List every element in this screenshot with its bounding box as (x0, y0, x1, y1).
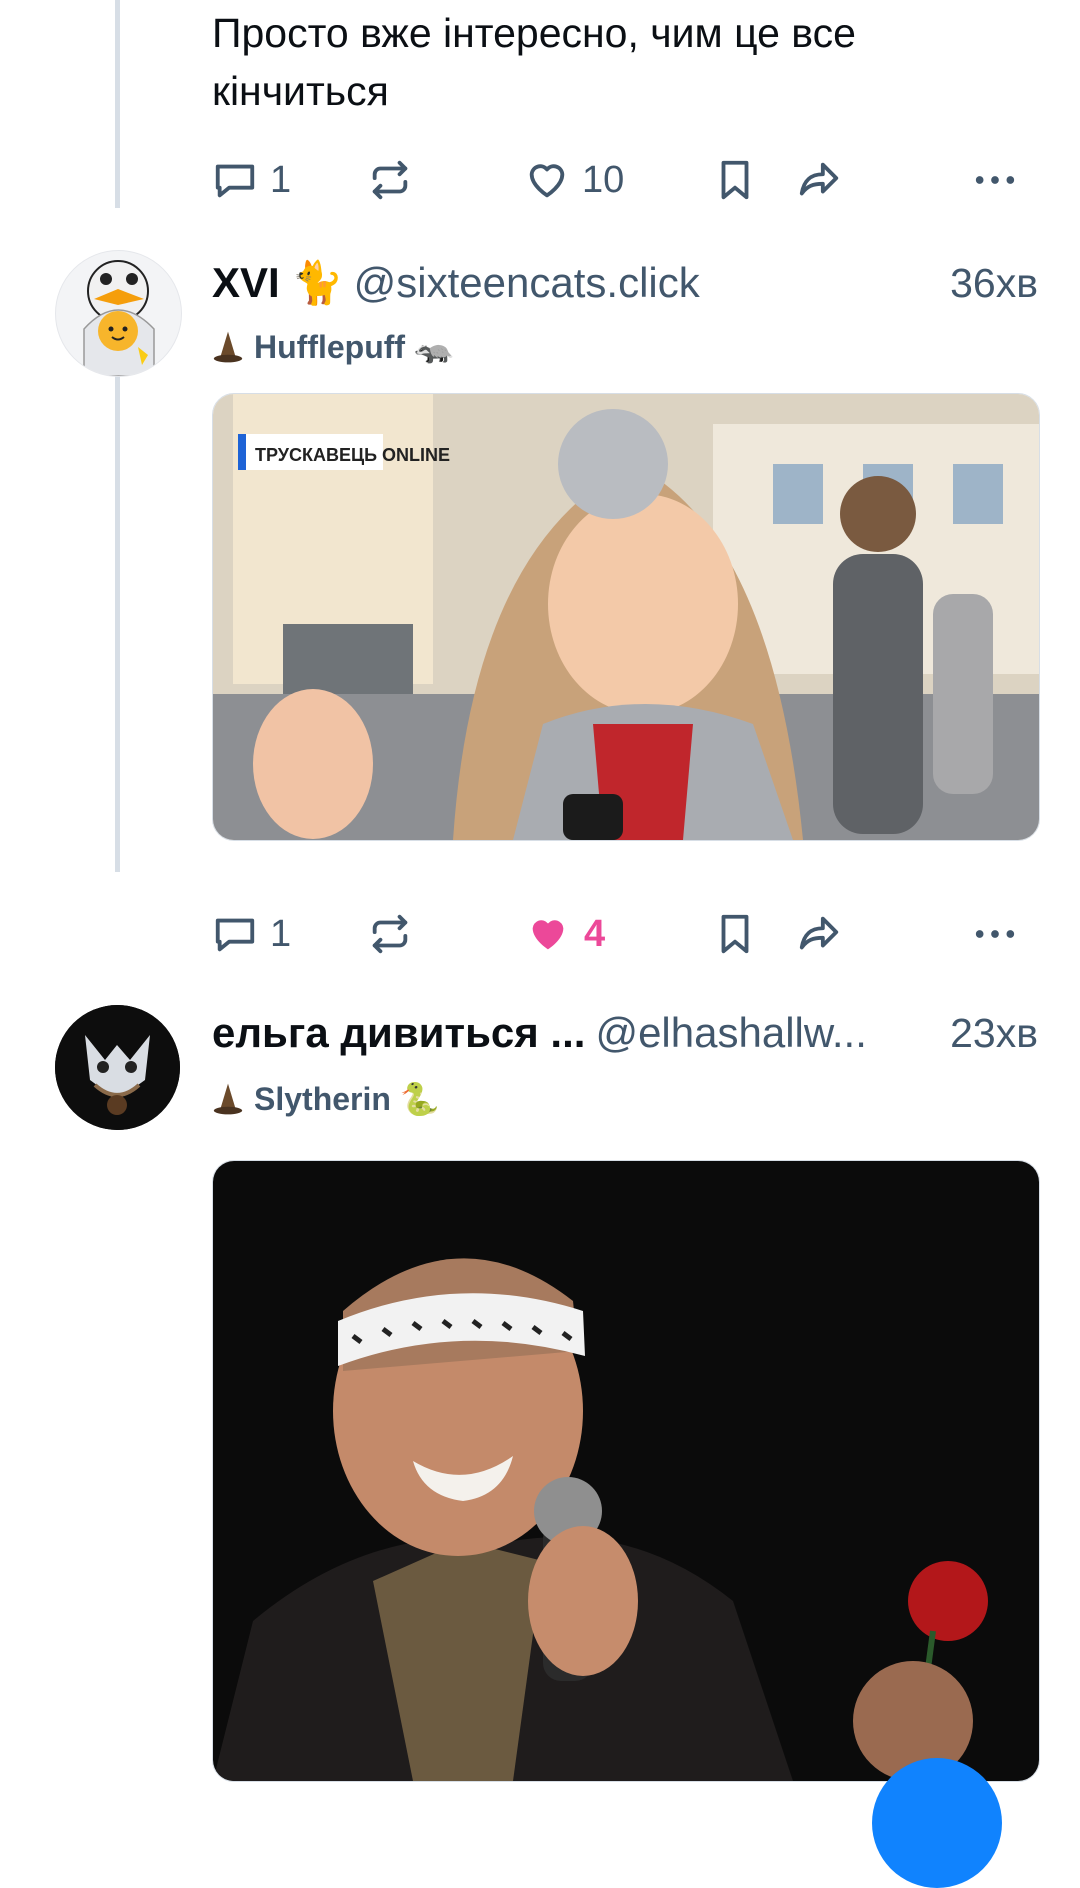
school-girl-video-frame: ТРУСКАВЕЦЬ ONLINE (213, 394, 1039, 840)
user-handle[interactable]: @sixteencats.click (354, 259, 700, 307)
post-time[interactable]: 36хв (950, 253, 1038, 313)
reply-icon (215, 918, 255, 952)
post-header: XVI 🐈 @sixteencats.click 36хв (212, 253, 1038, 313)
post-text: Просто вже інтересно, чим це все кінчитьс… (212, 10, 856, 114)
like-button[interactable]: 4 (524, 909, 605, 959)
post-actions: 1 10 (212, 155, 1042, 205)
reply-button[interactable]: 1 (212, 155, 291, 205)
share-button[interactable] (794, 155, 844, 205)
video-watermark: ТРУСКАВЕЦЬ ONLINE (255, 445, 450, 465)
bookmark-button[interactable] (712, 909, 758, 959)
like-count: 4 (584, 912, 606, 955)
compose-button[interactable] (872, 1758, 1002, 1888)
house-badge: Slytherin 🐍 (212, 1077, 440, 1121)
sorting-hat-icon (213, 1083, 243, 1115)
user-handle[interactable]: @elhashallw... (595, 1009, 866, 1057)
cat-in-hat-avatar (83, 260, 155, 376)
share-button[interactable] (794, 909, 844, 959)
sorting-hat-icon (213, 331, 243, 363)
avatar[interactable] (55, 250, 182, 377)
bookmark-icon (721, 914, 749, 954)
reply-count: 1 (270, 158, 292, 201)
video-thumbnail[interactable] (212, 1160, 1040, 1782)
bookmark-icon (721, 160, 749, 200)
heart-filled-icon (532, 920, 564, 950)
heart-icon (529, 164, 565, 198)
more-button[interactable] (970, 909, 1020, 959)
house-badge: Hufflepuff 🦡 (212, 325, 454, 369)
like-count: 10 (582, 158, 625, 201)
display-name[interactable]: XVI 🐈 (212, 259, 344, 308)
share-icon (799, 162, 839, 196)
singer-video-frame (213, 1161, 1039, 1781)
bookmark-button[interactable] (712, 155, 758, 205)
post-time[interactable]: 23хв (950, 1003, 1038, 1063)
avatar[interactable] (55, 1005, 180, 1130)
display-name[interactable]: ельга дивиться ... (212, 1009, 585, 1057)
thread-line (115, 0, 120, 208)
repost-button[interactable] (367, 155, 413, 205)
wolf-mask-avatar (55, 1005, 180, 1130)
house-label: Slytherin 🐍 (254, 1081, 440, 1117)
reply-count: 1 (270, 912, 292, 955)
reply-icon (215, 164, 255, 198)
post-actions: 1 4 (212, 909, 1042, 959)
like-button[interactable]: 10 (524, 155, 624, 205)
more-button[interactable] (970, 155, 1020, 205)
repost-button[interactable] (367, 909, 413, 959)
more-icon (975, 930, 1015, 938)
post-header: ельга дивиться ... @elhashallw... 23хв (212, 1003, 1038, 1063)
house-label: Hufflepuff 🦡 (254, 329, 454, 365)
thread-line (115, 338, 120, 872)
reply-button[interactable]: 1 (212, 909, 291, 959)
more-icon (975, 176, 1015, 184)
repost-icon (372, 160, 408, 200)
share-icon (799, 916, 839, 950)
video-thumbnail[interactable]: ТРУСКАВЕЦЬ ONLINE (212, 393, 1040, 841)
repost-icon (372, 914, 408, 954)
